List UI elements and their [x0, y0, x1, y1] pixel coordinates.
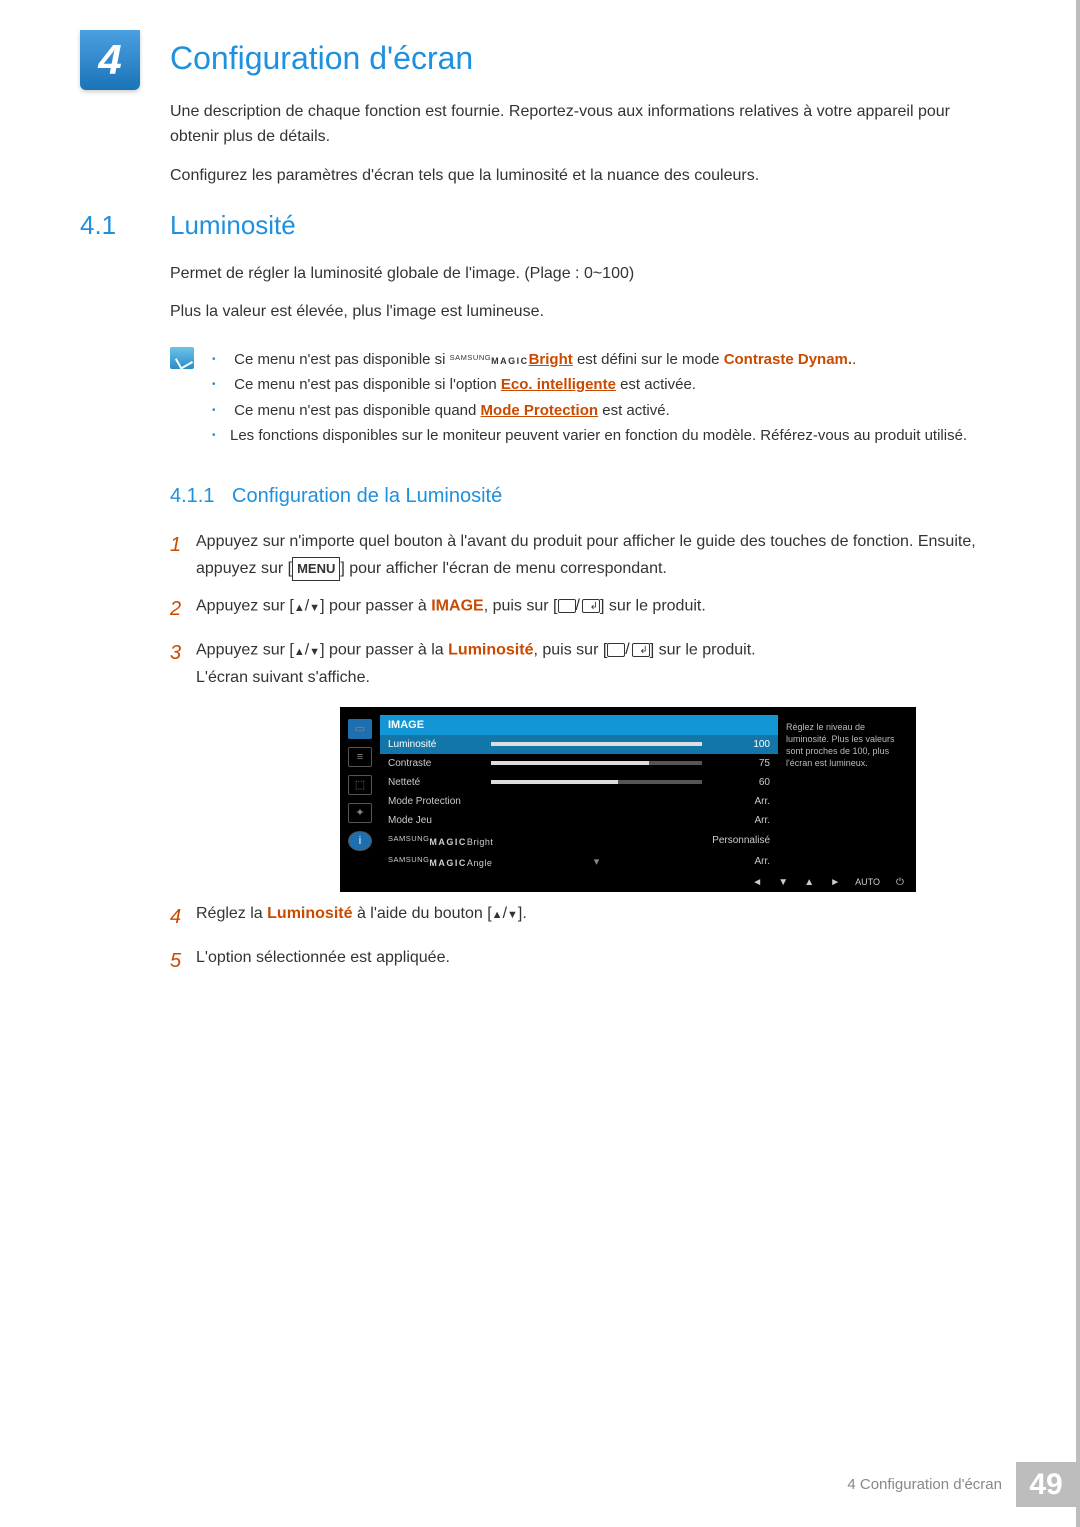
- note-item-3: Ce menu n'est pas disponible quand Mode …: [212, 398, 967, 424]
- osd-icon-settings: ✦: [348, 803, 372, 823]
- mode-protection-link: Mode Protection: [481, 402, 599, 419]
- chapter-title-block: Configuration d'écran: [170, 30, 473, 83]
- subsection-4-1-1-header: 4.1.1 Configuration de la Luminosité: [170, 485, 996, 508]
- footer-page-number: 49: [1016, 1462, 1076, 1507]
- note-item-2: Ce menu n'est pas disponible si l'option…: [212, 372, 967, 398]
- osd-icon-color: ≡: [348, 747, 372, 767]
- down-arrow-icon: [507, 905, 518, 922]
- step-number-2: 2: [170, 592, 196, 626]
- osd-header: IMAGE: [380, 715, 778, 735]
- luminosite-highlight: Luminosité: [448, 642, 533, 659]
- osd-row-mode-jeu: Mode Jeu Arr.: [380, 811, 778, 830]
- osd-nav-right-icon: ►: [829, 877, 841, 888]
- osd-row-magic-bright: SAMSUNGMAGICBright Personnalisé: [380, 830, 778, 851]
- osd-nav-down-icon: ▼: [777, 877, 789, 888]
- select-enter-icon: /: [607, 636, 649, 663]
- osd-nav-left-icon: ◄: [751, 877, 763, 888]
- samsung-magic-bright-inline: SAMSUNGMAGIC: [450, 356, 529, 366]
- osd-center-panel: IMAGE Luminosité 100 Contraste 75 Nettet…: [380, 715, 778, 872]
- down-arrow-icon: [309, 598, 320, 615]
- note-list: Ce menu n'est pas disponible si SAMSUNGM…: [212, 347, 967, 449]
- intro-paragraph-2: Configurez les paramètres d'écran tels q…: [170, 164, 996, 189]
- note-icon: [170, 347, 194, 369]
- section-title: Luminosité: [170, 210, 296, 241]
- osd-auto-label: AUTO: [855, 877, 880, 887]
- osd-tip-panel: Réglez le niveau de luminosité. Plus les…: [778, 715, 908, 872]
- note-item-1: Ce menu n'est pas disponible si SAMSUNGM…: [212, 347, 967, 373]
- intro-paragraph-1: Une description de chaque fonction est f…: [170, 100, 996, 150]
- subsection-number: 4.1.1: [170, 485, 214, 507]
- note-2-text-b: est activée.: [620, 376, 696, 393]
- section-paragraph-1: Permet de régler la luminosité globale d…: [170, 261, 996, 287]
- osd-row-contraste: Contraste 75: [380, 754, 778, 773]
- section-4-1-header: 4.1 Luminosité: [80, 210, 996, 241]
- step-3-text: Appuyez sur [/] pour passer à la Luminos…: [196, 636, 996, 691]
- note-3-text-a: Ce menu n'est pas disponible quand: [234, 402, 480, 419]
- step-2-text: Appuyez sur [/] pour passer à IMAGE, pui…: [196, 592, 996, 626]
- osd-icon-image: ▭: [348, 719, 372, 739]
- eco-intelligente-link: Eco. intelligente: [501, 376, 616, 393]
- osd-footer-controls: ◄ ▼ ▲ ► AUTO ⏻: [751, 877, 906, 888]
- up-arrow-icon: [492, 905, 503, 922]
- section-paragraph-2: Plus la valeur est élevée, plus l'image …: [170, 299, 996, 325]
- section-number: 4.1: [80, 210, 170, 241]
- steps-list-continued: 4 Réglez la Luminosité à l'aide du bouto…: [170, 900, 996, 978]
- magic-bright-link: Bright: [529, 351, 573, 368]
- down-arrow-icon: [309, 642, 320, 659]
- step-number-5: 5: [170, 944, 196, 978]
- note-item-4: Les fonctions disponibles sur le moniteu…: [212, 423, 967, 449]
- note-2-text-a: Ce menu n'est pas disponible si l'option: [234, 376, 501, 393]
- chapter-number-badge: 4: [80, 30, 140, 90]
- step-number-1: 1: [170, 528, 196, 582]
- page-footer: 4 Configuration d'écran 49: [833, 1462, 1076, 1507]
- luminosite-highlight: Luminosité: [267, 905, 352, 922]
- subsection-title: Configuration de la Luminosité: [232, 485, 502, 507]
- osd-row-nettete: Netteté 60: [380, 773, 778, 792]
- osd-left-icons: ▭ ≡ ⬚ ✦ i: [348, 715, 380, 872]
- step-5-text: L'option sélectionnée est appliquée.: [196, 944, 996, 978]
- step-number-3: 3: [170, 636, 196, 691]
- step-4: 4 Réglez la Luminosité à l'aide du bouto…: [170, 900, 996, 934]
- step-3: 3 Appuyez sur [/] pour passer à la Lumin…: [170, 636, 996, 691]
- step-1: 1 Appuyez sur n'importe quel bouton à l'…: [170, 528, 996, 582]
- menu-button-icon: MENU: [292, 557, 340, 581]
- step-number-4: 4: [170, 900, 196, 934]
- chapter-intro: Une description de chaque fonction est f…: [170, 100, 996, 188]
- note-3-text-b: est activé.: [602, 402, 670, 419]
- up-arrow-icon: [294, 598, 305, 615]
- step-4-text: Réglez la Luminosité à l'aide du bouton …: [196, 900, 996, 934]
- osd-row-luminosite: Luminosité 100: [380, 735, 778, 754]
- osd-icon-info: i: [348, 831, 372, 851]
- osd-row-magic-angle: SAMSUNGMAGICAngle ▾ Arr.: [380, 851, 778, 872]
- chapter-title: Configuration d'écran: [170, 40, 473, 77]
- osd-screenshot: ▭ ≡ ⬚ ✦ i IMAGE Luminosité 100 Contraste: [340, 707, 916, 892]
- image-highlight: IMAGE: [431, 598, 483, 615]
- note-1-text-b: est défini sur le mode: [577, 351, 724, 368]
- step-1-text: Appuyez sur n'importe quel bouton à l'av…: [196, 528, 996, 582]
- steps-list: 1 Appuyez sur n'importe quel bouton à l'…: [170, 528, 996, 691]
- osd-row-mode-protection: Mode Protection Arr.: [380, 792, 778, 811]
- osd-power-icon: ⏻: [894, 877, 906, 888]
- osd-nav-up-icon: ▲: [803, 877, 815, 888]
- note-1-text-a: Ce menu n'est pas disponible si: [234, 351, 450, 368]
- chapter-header: 4 Configuration d'écran: [80, 30, 996, 90]
- up-arrow-icon: [294, 642, 305, 659]
- select-enter-icon: /: [558, 592, 600, 619]
- step-2: 2 Appuyez sur [/] pour passer à IMAGE, p…: [170, 592, 996, 626]
- step-5: 5 L'option sélectionnée est appliquée.: [170, 944, 996, 978]
- footer-breadcrumb: 4 Configuration d'écran: [833, 1462, 1016, 1507]
- manual-page: 4 Configuration d'écran Une description …: [0, 0, 1080, 1527]
- osd-icon-size: ⬚: [348, 775, 372, 795]
- contraste-dynam-text: Contraste Dynam.: [724, 351, 852, 368]
- note-block: Ce menu n'est pas disponible si SAMSUNGM…: [170, 347, 996, 449]
